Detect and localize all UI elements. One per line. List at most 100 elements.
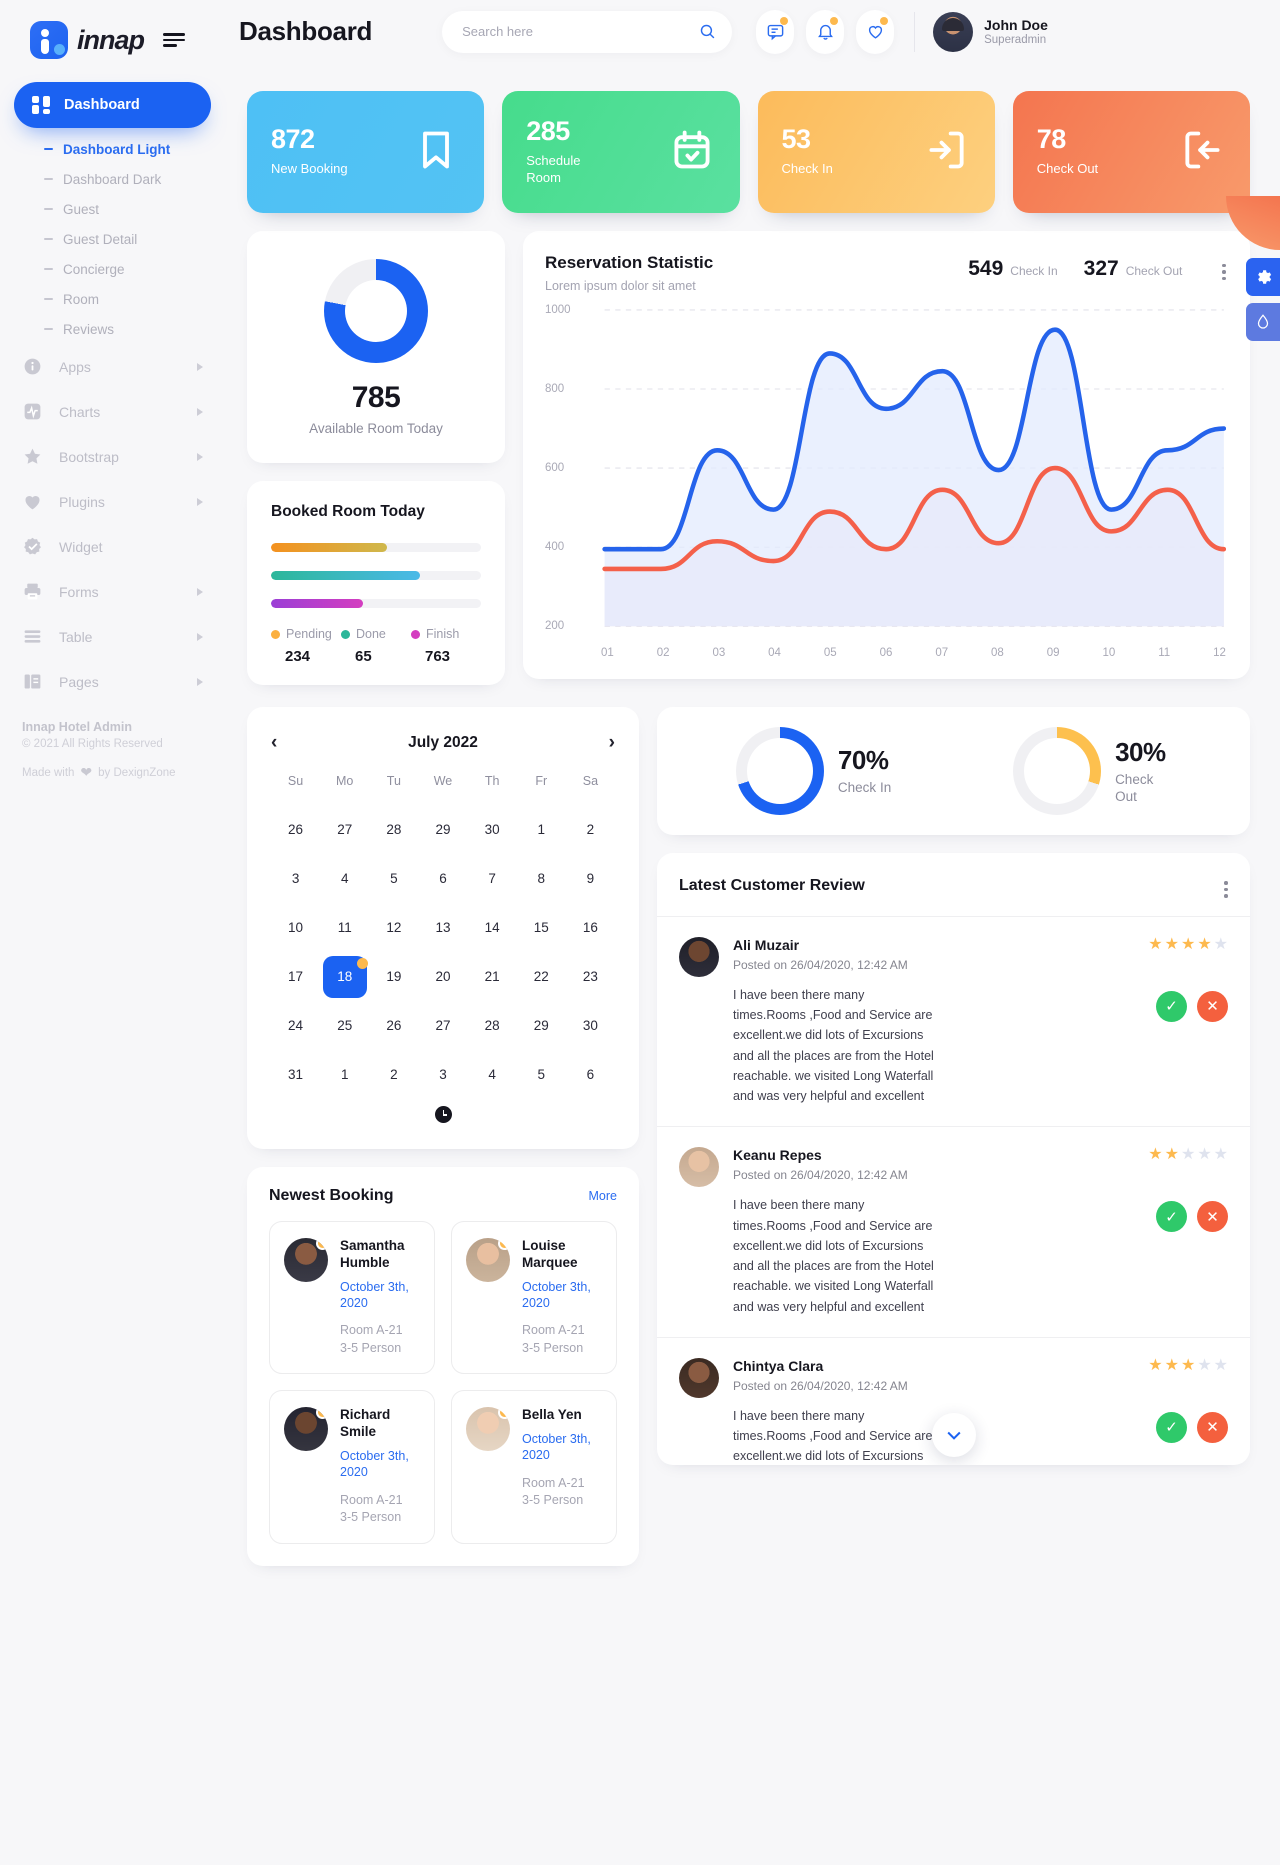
calendar-day[interactable]: 24 xyxy=(271,1008,320,1043)
calendar-day[interactable]: 17 xyxy=(271,959,320,994)
calendar-day[interactable]: 10 xyxy=(271,910,320,945)
calendar-day[interactable]: 6 xyxy=(418,861,467,896)
stat-card-check-out[interactable]: 78 Check Out xyxy=(1012,91,1250,213)
booking-item[interactable]: Richard Smile October 3th, 2020 Room A-21 3… xyxy=(269,1390,435,1544)
newest-booking-more-link[interactable]: More xyxy=(589,1189,617,1203)
calendar-day[interactable]: 11 xyxy=(320,910,369,945)
sidebar-subitem-reviews[interactable]: Reviews xyxy=(14,314,211,344)
booking-item[interactable]: Louise Marquee October 3th, 2020 Room A-21… xyxy=(451,1221,617,1375)
calendar-day-label: 14 xyxy=(484,920,500,935)
calendar-day[interactable]: 31 xyxy=(271,1057,320,1092)
calendar-day[interactable]: 19 xyxy=(369,959,418,994)
sidebar-subitem-guest[interactable]: Guest xyxy=(14,194,211,224)
calendar-day[interactable]: 16 xyxy=(566,910,615,945)
calendar-day[interactable]: 21 xyxy=(468,959,517,994)
sidebar-group-table[interactable]: Table xyxy=(14,614,211,659)
calendar-day[interactable]: 29 xyxy=(517,1008,566,1043)
sidebar-group-apps[interactable]: Apps xyxy=(14,344,211,389)
calendar-day[interactable]: 14 xyxy=(468,910,517,945)
calendar-day[interactable]: 28 xyxy=(369,812,418,847)
calendar-day[interactable]: 25 xyxy=(320,1008,369,1043)
stat-card-schedule-room[interactable]: 285 Schedule Room xyxy=(502,91,740,213)
search-input[interactable] xyxy=(462,24,700,39)
calendar-day[interactable]: 7 xyxy=(468,861,517,896)
clock-icon[interactable] xyxy=(434,1106,452,1123)
calendar-day[interactable]: 28 xyxy=(468,1008,517,1043)
calendar-day[interactable]: 26 xyxy=(369,1008,418,1043)
sidebar-subitem-room[interactable]: Room xyxy=(14,284,211,314)
brand[interactable]: innap xyxy=(0,0,225,62)
hamburger-icon[interactable] xyxy=(163,33,185,47)
calendar-day[interactable]: 1 xyxy=(320,1057,369,1092)
calendar-day[interactable]: 15 xyxy=(517,910,566,945)
calendar-day[interactable]: 18 xyxy=(320,958,369,994)
check-circle-icon[interactable]: ✓ xyxy=(1156,990,1187,1022)
available-room-card: 785 Available Room Today xyxy=(247,231,505,463)
booking-item[interactable]: Bella Yen October 3th, 2020 Room A-21 3-5 P… xyxy=(451,1390,617,1544)
sidebar-subitem-dashboard-dark[interactable]: Dashboard Dark xyxy=(14,164,211,194)
chevron-down-icon[interactable] xyxy=(931,1413,976,1457)
bell-icon[interactable] xyxy=(806,9,845,54)
calendar-day[interactable]: 12 xyxy=(369,910,418,945)
check-circle-icon[interactable]: ✓ xyxy=(1156,1201,1187,1233)
calendar-day[interactable]: 8 xyxy=(517,861,566,896)
booked-room-legend: Pending 234 Done 65 Finish 763 xyxy=(271,627,481,665)
review-text: I have been there many times.Rooms ,Food… xyxy=(733,1198,934,1314)
calendar-day[interactable]: 6 xyxy=(566,1057,615,1092)
sidebar-group-pages[interactable]: Pages xyxy=(14,659,211,704)
sidebar-group-forms[interactable]: Forms xyxy=(14,569,211,614)
x-circle-icon[interactable]: ✕ xyxy=(1197,1201,1228,1233)
kebab-menu-icon[interactable] xyxy=(1224,875,1228,898)
droplet-icon[interactable] xyxy=(1246,303,1280,341)
calendar-day[interactable]: 30 xyxy=(468,812,517,847)
sidebar-subitems: Dashboard Light Dashboard Dark Guest Guest … xyxy=(14,134,211,344)
calendar-day[interactable]: 30 xyxy=(566,1008,615,1043)
messages-icon[interactable] xyxy=(756,9,795,54)
stat-card-check-in[interactable]: 53 Check In xyxy=(757,91,995,213)
booking-item[interactable]: Samantha Humble October 3th, 2020 Room A-2… xyxy=(269,1221,435,1375)
sidebar-group-bootstrap[interactable]: Bootstrap xyxy=(14,434,211,479)
calendar-day[interactable]: 13 xyxy=(418,910,467,945)
check-circle-icon[interactable]: ✓ xyxy=(1156,1411,1187,1443)
calendar-day[interactable]: 26 xyxy=(271,812,320,847)
calendar-day[interactable]: 5 xyxy=(369,861,418,896)
calendar-day[interactable]: 20 xyxy=(418,959,467,994)
calendar-day[interactable]: 29 xyxy=(418,812,467,847)
star-icon: ★ xyxy=(1213,1356,1228,1374)
sidebar-subitem-guest-detail[interactable]: Guest Detail xyxy=(14,224,211,254)
sidebar-item-dashboard[interactable]: Dashboard xyxy=(14,82,211,128)
calendar-day[interactable]: 3 xyxy=(418,1057,467,1092)
gear-icon[interactable] xyxy=(1246,258,1280,296)
calendar-day[interactable]: 2 xyxy=(369,1057,418,1092)
calendar-day[interactable]: 27 xyxy=(418,1008,467,1043)
calendar-day[interactable]: 3 xyxy=(271,861,320,896)
calendar-day-label: 5 xyxy=(537,1067,546,1082)
chevron-right-icon[interactable]: › xyxy=(609,733,615,752)
search-icon[interactable] xyxy=(699,23,716,40)
calendar-day[interactable]: 9 xyxy=(566,861,615,896)
sidebar-group-plugins[interactable]: Plugins xyxy=(14,479,211,524)
calendar-day[interactable]: 22 xyxy=(517,959,566,994)
calendar-day[interactable]: 4 xyxy=(320,861,369,896)
calendar-day[interactable]: 23 xyxy=(566,959,615,994)
user-role: Superadmin xyxy=(984,34,1047,47)
calendar-day-label: 25 xyxy=(337,1018,353,1033)
chevron-left-icon[interactable]: ‹ xyxy=(271,733,277,752)
x-circle-icon[interactable]: ✕ xyxy=(1197,1411,1228,1443)
search-bar[interactable] xyxy=(442,10,733,53)
kebab-menu-icon[interactable] xyxy=(1222,258,1226,281)
calendar-day[interactable]: 5 xyxy=(517,1057,566,1092)
sidebar-subitem-dashboard-light[interactable]: Dashboard Light xyxy=(14,134,211,164)
review-item: Ali Muzair Posted on 26/04/2020, 12:42 AM… xyxy=(657,915,1250,1127)
favorites-heart-icon[interactable] xyxy=(856,9,895,54)
calendar-day[interactable]: 4 xyxy=(468,1057,517,1092)
stat-card-new-booking[interactable]: 872 New Booking xyxy=(247,91,485,213)
calendar-day[interactable]: 27 xyxy=(320,812,369,847)
x-circle-icon[interactable]: ✕ xyxy=(1197,990,1228,1022)
user-menu[interactable]: John Doe Superadmin xyxy=(933,11,1048,52)
sidebar-group-charts[interactable]: Charts xyxy=(14,389,211,434)
calendar-day[interactable]: 2 xyxy=(566,812,615,847)
calendar-day[interactable]: 1 xyxy=(517,812,566,847)
sidebar-group-widget[interactable]: Widget xyxy=(14,524,211,569)
sidebar-subitem-concierge[interactable]: Concierge xyxy=(14,254,211,284)
